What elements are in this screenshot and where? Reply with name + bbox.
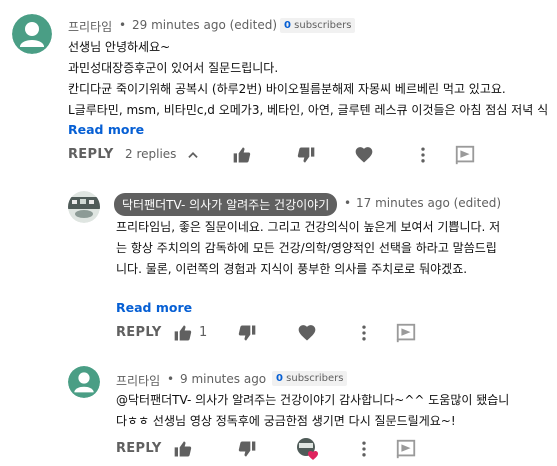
thumbs-down-icon[interactable] — [237, 323, 257, 343]
thumbs-down-icon[interactable] — [296, 145, 316, 165]
reply-time[interactable]: 9 minutes ago — [180, 372, 266, 386]
comment-time[interactable]: 29 minutes ago (edited) — [132, 18, 277, 32]
flag-icon[interactable] — [454, 144, 476, 166]
creator-avatar[interactable] — [68, 191, 100, 223]
more-vert-icon[interactable] — [413, 145, 433, 165]
heart-icon[interactable] — [354, 145, 374, 165]
thumbs-up-icon[interactable] — [232, 145, 252, 165]
like-count: 1 — [199, 325, 208, 340]
reply-button[interactable]: REPLY — [116, 325, 162, 340]
more-vert-icon[interactable] — [354, 323, 374, 343]
comment-line: 선생님 안녕하세요~ — [68, 40, 171, 54]
separator-dot: • — [119, 18, 127, 32]
reply-text: @닥터팬더TV- 의사가 알려주는 건강이야기 감사합니다~^^ 도움많이 됐습… — [116, 390, 553, 432]
comment-text: 선생님 안녕하세요~ 과민성대장증후군이 있어서 질문드립니다. 칸디다균 죽이… — [68, 37, 553, 121]
comment-line: L글루타민, msm, 비타민c,d 오메가3, 베타인, 아연, 글루텐 레스… — [68, 103, 549, 117]
reply-button[interactable]: REPLY — [116, 441, 162, 456]
reply-line: 프리타임님, 좋은 질문이네요. 그리고 건강의식이 높은게 보여서 기쁩니다.… — [116, 220, 501, 234]
flag-icon[interactable] — [395, 438, 417, 460]
comment-line: 과민성대장증후군이 있어서 질문드립니다. — [68, 61, 279, 75]
subscribers-count: 0 — [284, 20, 291, 31]
comment-line: 칸디다균 죽이기위해 공복시 (하루2번) 바이오필름분해제 자몽씨 베르베린 … — [68, 82, 506, 96]
avatar[interactable] — [12, 14, 52, 54]
read-more-link[interactable]: Read more — [116, 300, 192, 315]
reply-line: @닥터팬더TV- 의사가 알려주는 건강이야기 감사합니다~^^ 도움많이 됐습… — [116, 393, 510, 407]
reply-line: 는 항상 주치의의 감독하에 모든 건강/의학/영양적인 선택을 하라고 말씀드… — [116, 241, 497, 255]
reply-text: 프리타임님, 좋은 질문이네요. 그리고 건강의식이 높은게 보여서 기쁩니다.… — [116, 217, 553, 280]
avatar[interactable] — [68, 366, 100, 398]
flag-icon[interactable] — [395, 322, 417, 344]
thumbs-up-icon[interactable] — [173, 323, 193, 343]
comment-author[interactable]: 프리타임 — [68, 18, 112, 35]
subscribers-badge: 0 subscribers — [272, 371, 348, 386]
creator-heart-icon — [296, 437, 320, 465]
reply-time[interactable]: 17 minutes ago (edited) — [356, 196, 501, 210]
reply-line: 니다. 물론, 이런쪽의 경험과 지식이 풍부한 의사를 주치로로 둬야겠죠. — [116, 262, 468, 276]
more-vert-icon[interactable] — [354, 439, 374, 459]
heart-icon[interactable] — [297, 323, 317, 343]
reply-author[interactable]: 프리타임 — [116, 372, 160, 389]
chevron-up-icon[interactable] — [186, 148, 200, 162]
subscribers-label: subscribers — [286, 373, 344, 384]
subscribers-label: subscribers — [294, 20, 352, 31]
reply-button[interactable]: REPLY — [68, 147, 114, 162]
separator-dot: • — [344, 196, 352, 210]
subscribers-badge: 0 subscribers — [280, 18, 356, 33]
subscribers-count: 0 — [276, 373, 283, 384]
replies-toggle[interactable]: 2 replies — [125, 147, 176, 161]
read-more-link[interactable]: Read more — [68, 122, 144, 137]
separator-dot: • — [167, 372, 175, 386]
reply-line: 다ㅎㅎ 선생님 영상 정독후에 궁금한점 생기면 다시 질문드릴게요~! — [116, 414, 456, 428]
creator-author-chip[interactable]: 닥터팬더TV- 의사가 알려주는 건강이야기 — [114, 193, 338, 216]
thumbs-up-icon[interactable] — [173, 439, 193, 459]
thumbs-down-icon[interactable] — [237, 439, 257, 459]
